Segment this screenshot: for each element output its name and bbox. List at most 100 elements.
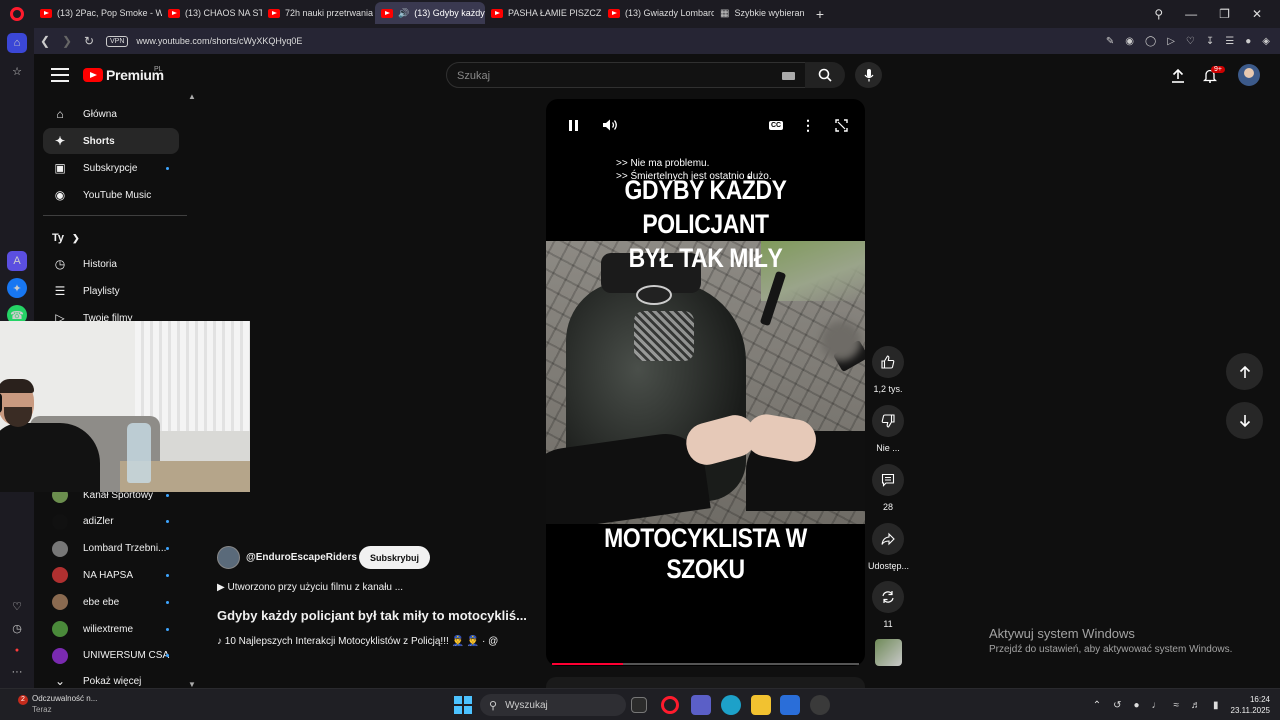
sidebar-item-g-wna[interactable]: ⌂ Główna bbox=[43, 101, 179, 127]
search-input[interactable] bbox=[457, 67, 777, 85]
previous-short-button[interactable] bbox=[1226, 353, 1263, 390]
dislike-button[interactable] bbox=[872, 405, 904, 437]
edge-icon[interactable] bbox=[721, 695, 741, 715]
share-button[interactable] bbox=[872, 523, 904, 555]
pinboard-icon[interactable]: ☆ bbox=[7, 61, 27, 81]
subscribe-button[interactable]: Subskrybuj bbox=[359, 546, 431, 569]
sound-thumbnail[interactable] bbox=[875, 639, 902, 666]
browser-tab[interactable]: (13) Gwiazdy Lombard bbox=[602, 2, 714, 24]
store-icon[interactable] bbox=[780, 695, 800, 715]
you-section-heading[interactable]: Ty ❯ bbox=[52, 232, 80, 244]
tray-chevron-icon[interactable]: ⌃ bbox=[1093, 700, 1101, 711]
new-tab-button[interactable]: + bbox=[810, 4, 830, 24]
clock[interactable]: 16:24 23.11.2025 bbox=[1231, 694, 1270, 716]
sidebar-channel[interactable]: Lombard Trzebni... bbox=[43, 536, 179, 562]
player-icon[interactable]: ▷ bbox=[1167, 36, 1175, 47]
browser-tab[interactable]: ▦ Szybkie wybieranie bbox=[714, 2, 804, 24]
like-button[interactable] bbox=[872, 346, 904, 378]
shield-icon[interactable]: ◯ bbox=[1145, 36, 1156, 47]
close-window-button[interactable]: ✕ bbox=[1252, 7, 1262, 21]
more-icon[interactable]: ··· bbox=[7, 662, 27, 682]
search-button[interactable] bbox=[805, 62, 845, 88]
more-options-icon[interactable]: ⋮ bbox=[801, 116, 815, 134]
pause-icon bbox=[568, 119, 578, 131]
sidebar-channel[interactable]: adiZler bbox=[43, 509, 179, 535]
sync-icon[interactable]: ↺ bbox=[1113, 700, 1121, 711]
video-progress-bar[interactable] bbox=[552, 663, 859, 665]
account-avatar[interactable] bbox=[1238, 64, 1260, 86]
heart-sidebar-icon[interactable]: ♡ bbox=[7, 596, 27, 616]
pause-button[interactable] bbox=[566, 116, 580, 134]
youtube-premium-logo[interactable]: Premium PL bbox=[83, 66, 164, 83]
messenger-icon[interactable]: ✦ bbox=[7, 278, 27, 298]
fullscreen-button[interactable] bbox=[833, 116, 849, 134]
voice-search-button[interactable] bbox=[855, 62, 882, 88]
sidebar-item-subskrypcje[interactable]: ▣ Subskrypcje bbox=[43, 155, 179, 181]
app-icon[interactable] bbox=[810, 695, 830, 715]
song-link[interactable]: ♪ 10 Najlepszych Interakcji Motocyklistó… bbox=[217, 636, 498, 647]
short-title[interactable]: Gdyby każdy policjant był tak miły to mo… bbox=[217, 608, 527, 623]
sidebar-item-youtube-music[interactable]: ◉ YouTube Music bbox=[43, 182, 179, 208]
teams-icon[interactable] bbox=[691, 695, 711, 715]
history-sidebar-icon[interactable]: ◷ bbox=[7, 618, 27, 638]
channel-avatar[interactable] bbox=[217, 546, 240, 569]
browser-tab[interactable]: (13) CHAOS NA STARCIE, bbox=[162, 2, 262, 24]
home-icon[interactable]: ⌂ bbox=[7, 33, 27, 53]
browser-tab[interactable]: 72h nauki przetrwania - co bbox=[262, 2, 375, 24]
sidebar-item-shorts[interactable]: ✦ Shorts bbox=[43, 128, 179, 154]
browser-search-icon[interactable]: ⚲ bbox=[1154, 7, 1163, 21]
sidebar-channel[interactable]: ebe ebe bbox=[43, 589, 179, 615]
captions-button[interactable]: CC bbox=[768, 116, 784, 134]
made-with-link[interactable]: ▶ Utworzono przy użyciu filmu z kanału .… bbox=[217, 582, 403, 593]
audio-playing-icon[interactable]: 🔊 bbox=[398, 8, 409, 19]
comments-button[interactable] bbox=[872, 464, 904, 496]
vpn-badge[interactable]: VPN bbox=[106, 35, 129, 47]
opera-taskbar-icon[interactable] bbox=[661, 696, 679, 714]
next-short-button[interactable] bbox=[1226, 402, 1263, 439]
sidebar-item-historia[interactable]: ◷ Historia bbox=[43, 251, 179, 277]
speaker-icon[interactable]: ♩ bbox=[1152, 700, 1162, 711]
volume-button[interactable] bbox=[601, 116, 619, 134]
start-button[interactable] bbox=[454, 696, 472, 714]
extensions-icon[interactable]: ◈ bbox=[1262, 36, 1270, 47]
weather-notification[interactable]: 2 Odczuwalność n... Teraz bbox=[18, 694, 97, 715]
url-field[interactable]: www.youtube.com/shorts/cWyXKQHyq0E bbox=[136, 36, 302, 46]
list-icon[interactable]: ☰ bbox=[1225, 36, 1234, 47]
heart-icon[interactable]: ♡ bbox=[1186, 36, 1195, 47]
profile-icon[interactable]: ● bbox=[1245, 36, 1251, 47]
forward-button[interactable]: ❯ bbox=[56, 34, 78, 48]
battery-icon[interactable]: ▮ bbox=[1213, 700, 1219, 711]
sidebar-scroll-up[interactable]: ▲ bbox=[188, 92, 196, 101]
sidebar-channel[interactable]: NA HAPSA bbox=[43, 562, 179, 588]
upload-button[interactable] bbox=[1168, 64, 1188, 86]
opera-logo[interactable] bbox=[0, 0, 34, 28]
browser-tab[interactable]: 🔊(13) Gdyby każdy poli✕ bbox=[375, 2, 485, 24]
browser-tab[interactable]: (13) 2Pac, Pop Smoke - W bbox=[34, 2, 162, 24]
camera-icon[interactable]: ◉ bbox=[1125, 36, 1134, 47]
sidebar-channel[interactable]: wiliextreme bbox=[43, 616, 179, 642]
ublock-icon[interactable]: ● bbox=[7, 640, 27, 660]
guide-menu-icon[interactable] bbox=[50, 66, 70, 84]
taskbar-search[interactable]: ⚲ Wyszukaj bbox=[480, 694, 626, 716]
minimize-button[interactable]: — bbox=[1185, 7, 1197, 21]
edit-icon[interactable]: ✎ bbox=[1106, 36, 1114, 47]
aria-icon[interactable]: A bbox=[7, 251, 27, 271]
file-explorer-icon[interactable] bbox=[751, 695, 771, 715]
wifi-icon[interactable]: ≈ bbox=[1174, 700, 1180, 711]
shorts-player[interactable]: CC ⋮ >> Nie ma problemu. >> Śmiertelnych… bbox=[546, 99, 865, 666]
back-button[interactable]: ❮ bbox=[34, 34, 56, 48]
reload-button[interactable]: ↻ bbox=[78, 34, 100, 48]
sidebar-item-playlisty[interactable]: ☰ Playlisty bbox=[43, 278, 179, 304]
mic-tray-icon[interactable]: ● bbox=[1133, 700, 1139, 711]
volume-tray-icon[interactable]: ♬ bbox=[1191, 700, 1201, 711]
keyboard-icon[interactable] bbox=[782, 72, 795, 80]
remix-button[interactable] bbox=[872, 581, 904, 613]
task-view-icon[interactable] bbox=[631, 697, 647, 713]
remix-icon bbox=[882, 591, 894, 603]
sidebar-channel[interactable]: UNIWERSUM CSA bbox=[43, 643, 179, 669]
maximize-button[interactable]: ❐ bbox=[1219, 7, 1230, 21]
download-icon[interactable]: ↧ bbox=[1206, 36, 1214, 47]
channel-name[interactable]: @EnduroEscapeRiders bbox=[246, 552, 357, 563]
browser-tab[interactable]: PASHA ŁAMIE PISZCZEL! … bbox=[485, 2, 602, 24]
next-short-preview[interactable] bbox=[546, 677, 865, 688]
